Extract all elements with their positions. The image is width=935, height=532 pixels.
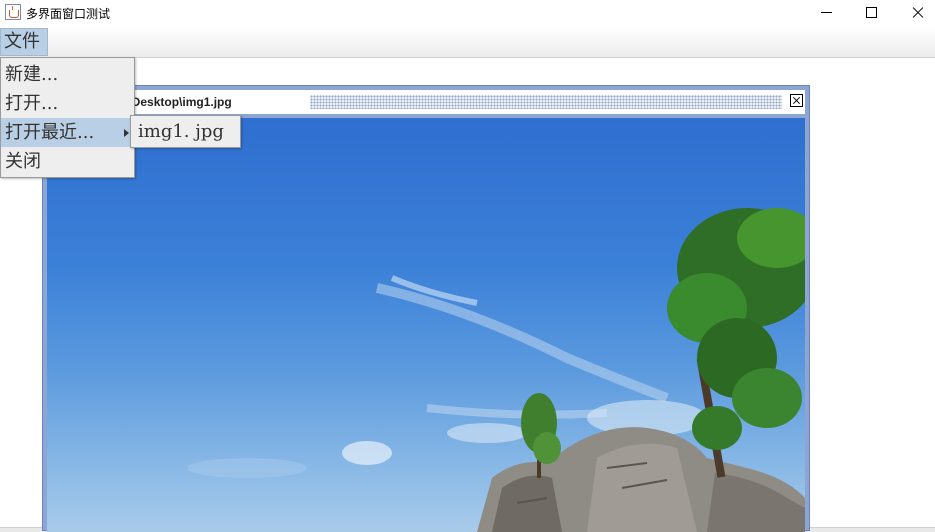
internal-frame-close-button[interactable] bbox=[790, 94, 803, 107]
landscape-photo bbox=[187, 208, 805, 532]
submenu-arrow-icon bbox=[124, 129, 129, 137]
internal-frame-titlebar[interactable]: C:\Users\LML\Desktop\img1.jpg bbox=[47, 90, 805, 114]
minimize-button[interactable] bbox=[802, 0, 848, 26]
menubar bbox=[0, 26, 935, 58]
maximize-icon bbox=[866, 7, 877, 18]
menu-item-close[interactable]: 关闭 bbox=[1, 147, 134, 176]
image-view bbox=[47, 118, 805, 532]
recent-files-submenu: img1. jpg bbox=[130, 115, 241, 148]
menu-file[interactable]: 文件 bbox=[0, 28, 48, 56]
minimize-icon bbox=[821, 12, 832, 13]
menu-item-open-recent[interactable]: 打开最近... bbox=[1, 118, 134, 147]
window-title: 多界面窗口测试 bbox=[26, 7, 111, 21]
java-cup-icon bbox=[5, 4, 21, 20]
window-titlebar: 多界面窗口测试 bbox=[0, 0, 935, 26]
internal-frame[interactable]: C:\Users\LML\Desktop\img1.jpg bbox=[42, 85, 810, 532]
titlebar-grip bbox=[310, 95, 782, 109]
menu-item-open-recent-label: 打开最近... bbox=[5, 122, 95, 143]
recent-file-item[interactable]: img1. jpg bbox=[131, 118, 240, 146]
menu-item-open[interactable]: 打开... bbox=[1, 89, 134, 118]
file-menu-dropdown: 新建... 打开... 打开最近... 关闭 bbox=[0, 57, 135, 178]
maximize-button[interactable] bbox=[848, 0, 894, 26]
menu-item-new[interactable]: 新建... bbox=[1, 60, 134, 89]
close-window-button[interactable] bbox=[894, 0, 935, 26]
